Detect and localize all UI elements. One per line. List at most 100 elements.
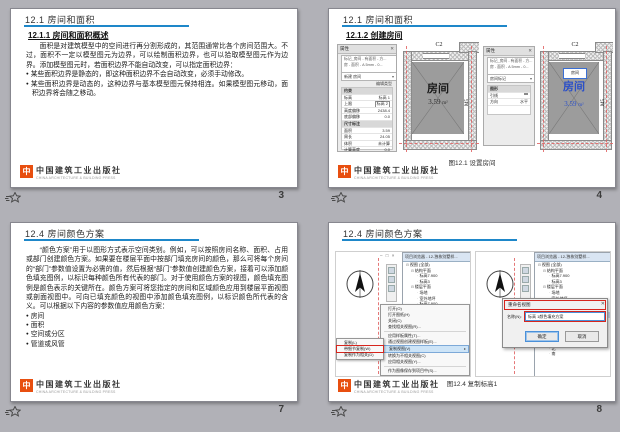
body-paragraph: “颜色方案”用于以图形方式表示空间类别。例如，可以按照房间名称、面积、占用或部门… (26, 246, 288, 312)
transition-star-icon[interactable] (331, 192, 347, 204)
property-row: 上限标高 2 (342, 101, 392, 108)
type-preview: 标记_房间 - 有面积 - 方... 房 - 面积 - A 5mm - 0... (341, 55, 397, 73)
body-paragraph: 面积是对建筑模型中的空间进行再分割形成的，其范围通常比各个房间范围大。不过，面积… (26, 42, 288, 70)
properties-title: 属性 (340, 46, 349, 52)
property-row: 底部偏移0.0 (342, 114, 392, 121)
window-opening (423, 53, 449, 59)
context-menu: 打开(O) 打开图纸(H) 关闭(C) 查找相关视图(R)... 应用样板属性(… (380, 304, 470, 376)
publisher-name-cn: 中国建筑工业出版社 (354, 379, 440, 390)
menu-item: 查找相关视图(R)... (381, 324, 469, 330)
close-icon: ✕ (528, 48, 532, 54)
menu-item: 应用相关视图(Y)... (381, 359, 469, 365)
section-header: 约束 (342, 88, 392, 95)
north-arrow-symbol (484, 268, 516, 300)
property-row: 方向水平 (488, 99, 530, 106)
publisher-name-cn: 中国建筑工业出版社 (36, 379, 122, 390)
room-area-label: 3.59 m² (549, 100, 599, 108)
transition-star-icon[interactable] (331, 406, 347, 418)
title-underline (24, 25, 189, 27)
title-underline (342, 239, 517, 241)
navigation-toolbar (520, 264, 531, 302)
window-opening (559, 53, 585, 59)
bullet-item: 某些面积边界是静态的，即这种面积边界不会自动改变，必须手动修改。 (26, 70, 288, 79)
publisher-name-cn: 中国建筑工业出版社 (354, 165, 440, 176)
north-arrow-symbol (344, 268, 376, 300)
slide-heading: 12.1.2 创建房间 (346, 30, 402, 41)
publisher-logo: 中 中国建筑工业出版社 CHINA ARCHITECTURE & BUILDIN… (20, 165, 122, 180)
title-underline (24, 239, 199, 241)
slide-number: 3 (260, 190, 284, 201)
property-row: 面积3.59 (342, 128, 392, 135)
property-row: 高度偏移2438.4 (342, 108, 392, 115)
wall-left (540, 51, 549, 150)
ok-button: 确定 (525, 331, 559, 342)
room-region: 房间 3.59 m² (412, 62, 464, 134)
bullet-item: 面积 (26, 321, 288, 330)
wall-left (403, 51, 412, 150)
publisher-name-en: CHINA ARCHITECTURE & BUILDING PRESS (36, 390, 122, 394)
revit-canvas: – □ × 项目浏览器 - 12-独栋别墅样... 视图 (全部) 结构平面 标… (335, 251, 471, 377)
revit-properties-panel: 属性 ✕ 标记_房间 - 有面积 - 方... 房 - 面积 - A 5mm -… (337, 44, 397, 152)
property-row: 标高标高 1 (342, 95, 392, 102)
close-icon: ✕ (390, 46, 394, 52)
submenu-item: 复制作为相关(D) (337, 352, 383, 358)
chevron-down-icon: ▾ (530, 75, 532, 82)
publisher-name-en: CHINA ARCHITECTURE & BUILDING PRESS (354, 176, 440, 180)
grid-line (537, 143, 613, 144)
window-controls: – □ × (380, 253, 395, 258)
grid-line (606, 46, 607, 152)
properties-titlebar: 属性 ✕ (338, 45, 396, 54)
room-name-edit-field: 房间 (563, 68, 587, 79)
properties-title: 属性 (486, 48, 495, 54)
view-name-input: 标高 1颜色填充方案 (525, 312, 605, 321)
revit-canvas: 项目浏览器 - 12-独栋别墅样... 视图 (全部) 结构平面 标高7.900… (475, 251, 611, 377)
type-line: 房 - 面积 - A 5mm - 0... (344, 63, 396, 69)
room-name-label: 房间 (412, 80, 464, 96)
project-browser-title: 项目浏览器 - 12-独栋别墅样... (535, 253, 611, 262)
wall-bottom (540, 140, 612, 150)
room-name-label: 房间 (549, 78, 599, 94)
transition-star-icon[interactable] (5, 192, 21, 204)
floor-plan-view: C2 房间 3.59 m² M5 (399, 42, 479, 152)
publisher-name-en: CHINA ARCHITECTURE & BUILDING PRESS (36, 176, 122, 180)
slide-thumbnail-7[interactable]: 12.4 房间颜色方案 “颜色方案”用于以图形方式表示空间类别。例如，可以按照房… (10, 222, 298, 402)
slide-number: 4 (578, 190, 602, 201)
publisher-logo-icon: 中 (338, 379, 351, 392)
slide-thumbnail-3[interactable]: 12.1 房间和面积 12.1.1 房间和面积概述 面积是对建筑模型中的空间进行… (10, 8, 298, 188)
section-header: 尺寸标注 (342, 121, 392, 128)
publisher-name-cn: 中国建筑工业出版社 (36, 165, 122, 176)
slide-number: 8 (578, 404, 602, 415)
bullet-item: 管道或风管 (26, 340, 288, 349)
tree-item: 南 (535, 351, 611, 357)
property-row: 计算高度0.0 (342, 147, 392, 152)
slide-body: “颜色方案”用于以图形方式表示空间类别。例如，可以按照房间名称、面积、占用或部门… (26, 246, 288, 349)
title-underline (342, 25, 507, 27)
publisher-logo: 中 中国建筑工业出版社 CHINA ARCHITECTURE & BUILDIN… (20, 379, 122, 394)
transition-star-icon[interactable] (5, 406, 21, 418)
dialog-titlebar: 重命名视图 (504, 300, 606, 310)
properties-titlebar: 属性 ✕ (484, 47, 534, 56)
submenu-arrow-icon: ▸ (464, 346, 466, 352)
grid-line (406, 46, 407, 152)
figure-set-duplicate-view: – □ × 项目浏览器 - 12-独栋别墅样... 视图 (全部) 结构平面 标… (335, 251, 609, 375)
bullet-item: 某些面积边界是动态的，这种边界与基本模型图元保持相连。如果模型图元移动，面积边界… (26, 80, 288, 99)
slide-thumbnail-8[interactable]: 12.4 房间颜色方案 – □ × 项目浏览器 - 12-独栋别墅样... 视图… (328, 222, 616, 402)
publisher-logo-icon: 中 (20, 165, 33, 178)
type-preview: 标记_房间 - 有面积 - 方... 房 - 面积 - A 5mm - 0... (487, 57, 535, 75)
type-selector: 新建 房间 ▾ (341, 72, 397, 81)
rename-view-dialog: 重命名视图 ✕ 名称(N): 标高 1颜色填充方案 确定 取消 (502, 298, 608, 348)
bullet-item: 房间 (26, 312, 288, 321)
chevron-down-icon: ▾ (392, 73, 394, 80)
room-region-selected: 房间 3.59 m² 房间 (549, 62, 599, 134)
bullet-item: 空间或分区 (26, 330, 288, 339)
menu-separator (384, 331, 466, 332)
type-selector: 房间标记 ▾ (487, 74, 535, 83)
menu-item-duplicate-view: 复制视图(V) ▸ (381, 345, 469, 353)
grid-line (399, 143, 479, 144)
dialog-title: 重命名视图 (508, 302, 531, 307)
slide-thumbnail-4[interactable]: 12.1 房间和面积 12.1.2 创建房间 属性 ✕ 标记_房间 - 有面积 … (328, 8, 616, 188)
publisher-logo-icon: 中 (20, 379, 33, 392)
slide-body: 面积是对建筑模型中的空间进行再分割形成的，其范围通常比各个房间范围大。不过，面积… (26, 42, 288, 98)
publisher-logo: 中 中国建筑工业出版社 CHINA ARCHITECTURE & BUILDIN… (338, 379, 440, 394)
revit-properties-panel: 属性 ✕ 标记_房间 - 有面积 - 方... 房 - 面积 - A 5mm -… (483, 46, 535, 146)
